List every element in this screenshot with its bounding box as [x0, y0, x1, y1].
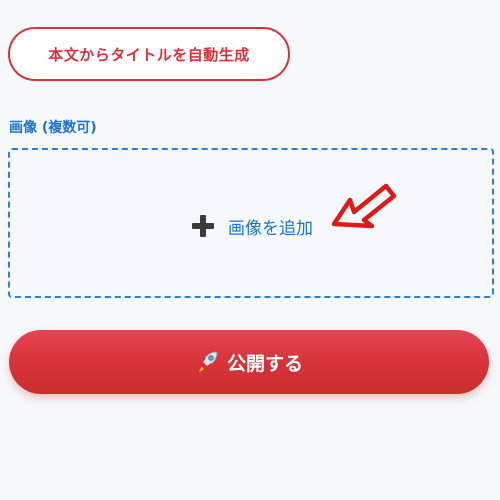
publish-label: 公開する: [226, 352, 303, 375]
pointer-arrow-icon: [331, 183, 397, 229]
publish-button[interactable]: 公開する: [9, 330, 489, 394]
image-dropzone[interactable]: 画像を追加: [8, 148, 494, 298]
rocket-icon: [198, 351, 218, 373]
images-section-label: 画像 (複数可): [9, 120, 97, 136]
post-form: 本文からタイトルを自動生成 画像 (複数可) 画像を追加 公開する: [0, 0, 500, 500]
add-image-button[interactable]: 画像を追加: [192, 210, 313, 242]
plus-icon: [192, 215, 214, 237]
auto-generate-title-button[interactable]: 本文からタイトルを自動生成: [8, 27, 290, 81]
add-image-label: 画像を追加: [228, 218, 313, 239]
auto-generate-title-label: 本文からタイトルを自動生成: [48, 45, 250, 64]
